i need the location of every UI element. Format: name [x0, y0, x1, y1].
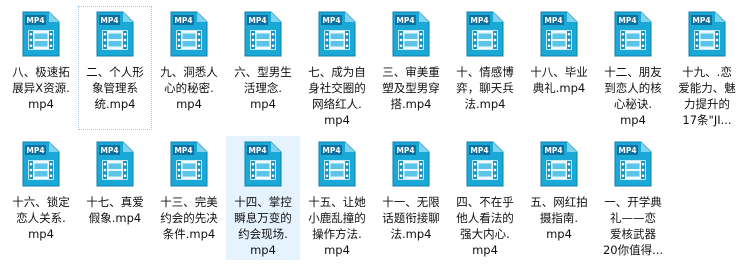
file-name-label: 十二、朋友 到恋人的核 心秘诀. mp4 [604, 65, 662, 127]
mp4-video-file-icon: MP4 [392, 11, 430, 57]
mp4-video-file-icon: MP4 [22, 11, 60, 57]
svg-text:MP4: MP4 [26, 146, 44, 155]
mp4-video-file-icon: MP4 [466, 11, 504, 57]
file-item[interactable]: MP4 十、情感博 弈，聊天兵 法.mp4 [448, 6, 522, 130]
file-name-label: 十七、真爱 假象.mp4 [86, 195, 144, 225]
svg-text:MP4: MP4 [248, 146, 266, 155]
file-name-label: 十四、掌控 瞬息万变的 约会现场. mp4 [234, 195, 292, 257]
svg-text:MP4: MP4 [322, 146, 340, 155]
file-item[interactable]: MP4 十九、.恋 爱能力、魅 力提升的 17条"JI... [670, 6, 744, 130]
mp4-video-file-icon: MP4 [540, 11, 578, 57]
file-name-label: 六、型男生 活理念. mp4 [234, 65, 292, 111]
mp4-video-file-icon: MP4 [688, 11, 726, 57]
file-name-label: 四、不在乎 他人看法的 强大内心. mp4 [456, 195, 514, 257]
mp4-video-file-icon: MP4 [540, 141, 578, 187]
file-item[interactable]: MP4 四、不在乎 他人看法的 强大内心. mp4 [448, 136, 522, 260]
mp4-video-file-icon: MP4 [22, 141, 60, 187]
svg-text:MP4: MP4 [470, 16, 488, 25]
svg-text:MP4: MP4 [544, 146, 562, 155]
file-item[interactable]: MP4 五、网红拍 摄指南. mp4 [522, 136, 596, 260]
svg-text:MP4: MP4 [618, 146, 636, 155]
icon-row: MP4 八、极速拓 展异X资源. mp4 MP4 二、个人形 象管理系 统.mp4 MP… [4, 6, 744, 130]
file-name-label: 二、个人形 象管理系 统.mp4 [86, 65, 144, 111]
mp4-video-file-icon: MP4 [466, 141, 504, 187]
file-name-label: 十一、无限 话题衔接聊 法.mp4 [382, 195, 440, 241]
svg-text:MP4: MP4 [100, 146, 118, 155]
file-name-label: 八、极速拓 展异X资源. mp4 [12, 65, 70, 111]
file-item[interactable]: MP4 一、开学典 礼——恋 爱核武器 20你值得... [596, 136, 670, 260]
svg-text:MP4: MP4 [322, 16, 340, 25]
file-name-label: 五、网红拍 摄指南. mp4 [530, 195, 588, 241]
file-item[interactable]: MP4 十六、锁定 恋人关系. mp4 [4, 136, 78, 260]
file-item[interactable]: MP4 十四、掌控 瞬息万变的 约会现场. mp4 [226, 136, 300, 260]
svg-text:MP4: MP4 [248, 16, 266, 25]
file-item[interactable]: MP4 八、极速拓 展异X资源. mp4 [4, 6, 78, 130]
svg-text:MP4: MP4 [470, 146, 488, 155]
mp4-video-file-icon: MP4 [244, 141, 282, 187]
svg-text:MP4: MP4 [174, 146, 192, 155]
file-name-label: 十、情感博 弈，聊天兵 法.mp4 [456, 65, 514, 111]
svg-text:MP4: MP4 [544, 16, 562, 25]
file-item[interactable]: MP4 六、型男生 活理念. mp4 [226, 6, 300, 130]
file-name-label: 十八、毕业 典礼.mp4 [530, 65, 588, 95]
svg-text:MP4: MP4 [396, 146, 414, 155]
mp4-video-file-icon: MP4 [244, 11, 282, 57]
file-name-label: 十五、让她 小鹿乱撞的 操作方法. mp4 [308, 195, 366, 257]
svg-text:MP4: MP4 [174, 16, 192, 25]
mp4-video-file-icon: MP4 [392, 141, 430, 187]
svg-text:MP4: MP4 [100, 16, 118, 25]
file-name-label: 十三、完美 约会的先决 条件.mp4 [160, 195, 218, 241]
icon-row: MP4 十六、锁定 恋人关系. mp4 MP4 十七、真爱 假象.mp4 MP4 十三、完… [4, 136, 670, 260]
file-item[interactable]: MP4 十八、毕业 典礼.mp4 [522, 6, 596, 130]
mp4-video-file-icon: MP4 [318, 141, 356, 187]
mp4-video-file-icon: MP4 [96, 141, 134, 187]
file-item[interactable]: MP4 九、洞悉人 心的秘密. mp4 [152, 6, 226, 130]
file-item[interactable]: MP4 十三、完美 约会的先决 条件.mp4 [152, 136, 226, 260]
mp4-video-file-icon: MP4 [318, 11, 356, 57]
file-item[interactable]: MP4 七、成为自 身社交圈的 网络红人. mp4 [300, 6, 374, 130]
file-name-label: 三、审美重 塑及型男穿 搭.mp4 [382, 65, 440, 111]
file-item[interactable]: MP4 十五、让她 小鹿乱撞的 操作方法. mp4 [300, 136, 374, 260]
file-item[interactable]: MP4 三、审美重 塑及型男穿 搭.mp4 [374, 6, 448, 130]
mp4-video-file-icon: MP4 [170, 141, 208, 187]
svg-text:MP4: MP4 [396, 16, 414, 25]
file-item[interactable]: MP4 十七、真爱 假象.mp4 [78, 136, 152, 260]
svg-text:MP4: MP4 [692, 16, 710, 25]
file-item[interactable]: MP4 十二、朋友 到恋人的核 心秘诀. mp4 [596, 6, 670, 130]
mp4-video-file-icon: MP4 [170, 11, 208, 57]
file-name-label: 九、洞悉人 心的秘密. mp4 [160, 65, 218, 111]
file-name-label: 七、成为自 身社交圈的 网络红人. mp4 [308, 65, 366, 127]
file-name-label: 一、开学典 礼——恋 爱核武器 20你值得... [602, 195, 664, 257]
mp4-video-file-icon: MP4 [614, 11, 652, 57]
file-item[interactable]: MP4 十一、无限 话题衔接聊 法.mp4 [374, 136, 448, 260]
file-explorer-icon-view: MP4 八、极速拓 展异X资源. mp4 MP4 二、个人形 象管理系 统.mp4 MP… [0, 0, 756, 266]
svg-text:MP4: MP4 [618, 16, 636, 25]
file-item[interactable]: MP4 二、个人形 象管理系 统.mp4 [78, 6, 152, 130]
svg-text:MP4: MP4 [26, 16, 44, 25]
mp4-video-file-icon: MP4 [614, 141, 652, 187]
file-name-label: 十九、.恋 爱能力、魅 力提升的 17条"JI... [678, 65, 736, 127]
file-name-label: 十六、锁定 恋人关系. mp4 [12, 195, 70, 241]
mp4-video-file-icon: MP4 [96, 11, 134, 57]
